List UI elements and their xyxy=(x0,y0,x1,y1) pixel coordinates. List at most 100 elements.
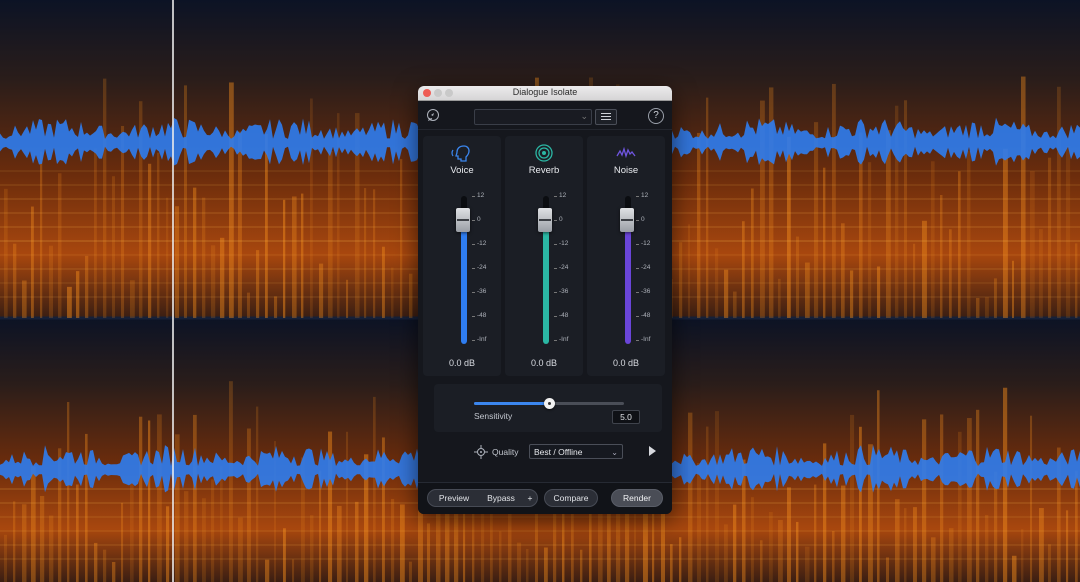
spectrogram-streak xyxy=(121,125,125,318)
quality-dropdown[interactable]: Best / Offline ⌄ xyxy=(529,444,623,459)
spectrogram-streak xyxy=(238,131,242,318)
spectrogram-streak xyxy=(814,484,817,582)
voice-fader-fill xyxy=(461,220,467,344)
spectrogram-streak xyxy=(751,188,754,318)
scale-tick: 0 xyxy=(636,216,645,223)
spectrogram-streak xyxy=(841,223,845,318)
sensitivity-thumb[interactable] xyxy=(544,398,555,409)
spectrogram-streak xyxy=(67,402,70,582)
spectrogram-streak xyxy=(733,291,737,318)
spectrogram-streak xyxy=(220,237,225,318)
quality-target-icon xyxy=(474,445,488,459)
spectrogram-streak xyxy=(796,236,800,318)
sensitivity-value-field[interactable]: 5.0 xyxy=(612,410,640,424)
voice-head-icon xyxy=(451,145,470,162)
spectrogram-streak xyxy=(976,409,980,582)
bypass-plus-button[interactable]: + xyxy=(523,489,538,507)
spectrogram-streak xyxy=(193,414,197,582)
spectrogram-streak xyxy=(427,523,431,582)
spectrogram-streak xyxy=(265,133,268,318)
noise-fader-thumb[interactable] xyxy=(620,208,634,232)
spectrogram-streak xyxy=(1048,544,1051,582)
noise-value[interactable]: 0.0 dB xyxy=(587,358,665,368)
spectrogram-streak xyxy=(544,547,548,582)
spectrogram-harmonic xyxy=(0,516,1080,518)
spectrogram-streak xyxy=(31,466,36,582)
scale-tick: -Inf xyxy=(471,336,487,343)
spectrogram-streak xyxy=(292,559,295,582)
scale-tick: -Inf xyxy=(553,336,569,343)
sensitivity-fill xyxy=(474,402,549,405)
scale-tick: -12 xyxy=(553,240,569,247)
bottom-bar: Preview Bypass + Compare Render xyxy=(418,482,672,514)
spectrogram-streak xyxy=(85,255,89,318)
spectrogram-streak xyxy=(391,267,394,318)
spectrogram-streak xyxy=(526,548,529,582)
scale-tick: 12 xyxy=(471,192,485,199)
spectrogram-streak xyxy=(877,266,881,318)
reverb-fader-thumb[interactable] xyxy=(538,208,552,232)
preset-menu-button[interactable] xyxy=(595,109,617,125)
sensitivity-slider[interactable] xyxy=(474,398,624,409)
spectrogram-streak xyxy=(850,270,854,318)
spectrogram-streak xyxy=(193,187,197,318)
scale-tick: 12 xyxy=(635,192,649,199)
title-bar[interactable]: Dialogue Isolate xyxy=(418,86,672,101)
voice-value[interactable]: 0.0 dB xyxy=(423,358,501,368)
spectrogram-streak xyxy=(166,197,169,318)
spectrogram-streak xyxy=(76,271,80,318)
spectrogram-streak xyxy=(697,463,702,582)
voice-fader-thumb[interactable] xyxy=(456,208,470,232)
spectrogram-streak xyxy=(157,152,160,318)
reverb-scale: 12 0 -12 -24 -36 -48 -Inf xyxy=(553,192,583,346)
spectrogram-streak xyxy=(580,549,583,582)
help-button[interactable]: ? xyxy=(648,108,664,124)
spectrogram-streak xyxy=(22,280,27,318)
scale-tick: -24 xyxy=(553,264,569,271)
preset-dropdown[interactable]: ⌄ xyxy=(474,109,592,125)
spectrogram-streak xyxy=(967,150,971,318)
spectrogram-streak xyxy=(769,511,773,582)
spectrogram-streak xyxy=(850,414,855,582)
scale-tick: -36 xyxy=(471,288,487,295)
scale-tick: -36 xyxy=(635,288,651,295)
spectrogram-streak xyxy=(391,498,395,582)
spectrogram-streak xyxy=(49,515,54,582)
spectrogram-streak xyxy=(517,542,522,582)
spectrogram-streak xyxy=(49,245,54,318)
spectrogram-streak xyxy=(400,159,403,318)
spectrogram-streak xyxy=(787,487,791,582)
noise-wave-icon xyxy=(616,146,636,159)
spectrogram-streak xyxy=(724,269,729,318)
compare-button[interactable]: Compare xyxy=(544,489,598,507)
bypass-button[interactable]: Bypass xyxy=(479,489,524,507)
spectrogram-streak xyxy=(40,151,43,318)
spectrogram-streak xyxy=(652,513,655,582)
spectrogram-streak xyxy=(202,498,206,582)
render-button[interactable]: Render xyxy=(611,489,663,507)
playhead-cursor[interactable] xyxy=(172,0,174,582)
play-icon[interactable] xyxy=(649,446,656,456)
spectrogram-streak xyxy=(661,510,665,582)
scale-tick: -24 xyxy=(471,264,487,271)
spectrogram-streak xyxy=(1030,171,1035,318)
preview-button[interactable]: Preview xyxy=(427,489,481,507)
spectrogram-streak xyxy=(283,528,286,582)
scale-tick: 12 xyxy=(553,192,567,199)
spectrogram-streak xyxy=(805,262,810,318)
spectrogram-streak xyxy=(31,206,34,318)
spectrogram-streak xyxy=(949,229,952,318)
spectrogram-streak xyxy=(1021,529,1024,582)
spectrogram-streak xyxy=(976,297,980,318)
spectrogram-streak xyxy=(364,188,367,318)
voice-scale: 12 0 -12 -24 -36 -48 -Inf xyxy=(471,192,501,346)
spectrogram-streak xyxy=(184,491,189,582)
reverb-value[interactable]: 0.0 dB xyxy=(505,358,583,368)
spectrogram-streak xyxy=(121,502,124,582)
scale-tick: -12 xyxy=(635,240,651,247)
reverb-fader-fill xyxy=(543,220,549,344)
reverb-panel: Reverb 12 0 -12 -24 -36 -48 -Inf 0.0 dB xyxy=(505,136,583,376)
assistant-chat-icon[interactable] xyxy=(426,108,440,122)
spectrogram-streak xyxy=(355,501,359,582)
spectrogram-streak xyxy=(256,250,260,318)
